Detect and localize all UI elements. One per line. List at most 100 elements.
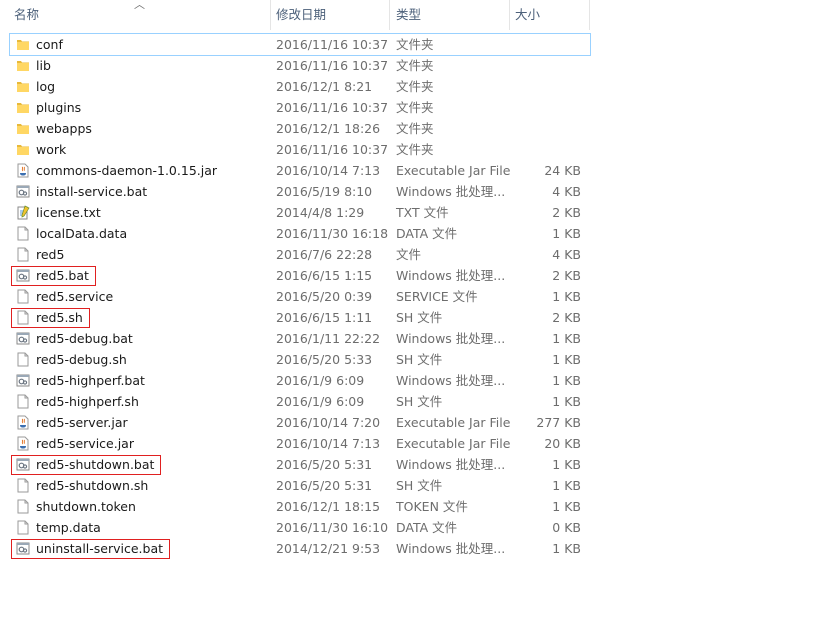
highlight-box (11, 539, 170, 559)
file-modified-date: 2016/10/14 7:13 (276, 163, 381, 178)
file-row[interactable]: localData.data 2016/11/30 16:18 DATA 文件 1 K… (10, 223, 590, 244)
file-name: lib (36, 58, 51, 73)
file-name: red5-highperf.bat (36, 373, 145, 388)
file-name: work (36, 142, 67, 157)
file-modified-date: 2016/10/14 7:20 (276, 415, 381, 430)
file-type: 文件夹 (396, 121, 434, 136)
jar-icon (16, 415, 30, 430)
file-type: 文件夹 (396, 58, 434, 73)
file-size: 20 KB (544, 436, 581, 451)
batch-file-icon (16, 185, 30, 198)
file-type: 文件夹 (396, 100, 434, 115)
file-size: 4 KB (552, 247, 581, 262)
file-name: install-service.bat (36, 184, 148, 199)
file-size: 1 KB (552, 394, 581, 409)
file-row[interactable]: red5-debug.sh 2016/5/20 5:33 SH 文件 1 KB (10, 349, 590, 370)
file-size: 1 KB (552, 352, 581, 367)
file-row[interactable]: plugins 2016/11/16 10:37 文件夹 (10, 97, 590, 118)
file-type: TOKEN 文件 (396, 499, 468, 514)
highlight-box (11, 266, 96, 286)
file-size: 1 KB (552, 499, 581, 514)
text-file-icon (16, 205, 30, 220)
column-header-bar: 名称 ︿ 修改日期 类型 大小 (0, 0, 590, 30)
file-row[interactable]: webapps 2016/12/1 18:26 文件夹 (10, 118, 590, 139)
file-modified-date: 2016/1/9 6:09 (276, 394, 365, 409)
file-row[interactable]: red5.service 2016/5/20 0:39 SERVICE 文件 1 KB (10, 286, 590, 307)
file-row[interactable]: commons-daemon-1.0.15.jar 2016/10/14 7:13… (10, 160, 590, 181)
file-name: localData.data (36, 226, 128, 241)
file-size: 0 KB (552, 520, 581, 535)
file-modified-date: 2016/11/30 16:10 (276, 520, 389, 535)
file-modified-date: 2016/7/6 22:28 (276, 247, 373, 262)
file-type: DATA 文件 (396, 520, 458, 535)
file-type: Executable Jar File (396, 436, 511, 451)
file-row[interactable]: license.txt 2014/4/8 1:29 TXT 文件 2 KB (10, 202, 590, 223)
file-type: Executable Jar File (396, 415, 511, 430)
file-row[interactable]: shutdown.token 2016/12/1 18:15 TOKEN 文件 1 K… (10, 496, 590, 517)
folder-icon (16, 58, 30, 73)
file-name: webapps (36, 121, 92, 136)
file-name: commons-daemon-1.0.15.jar (36, 163, 218, 178)
file-row[interactable]: red5.sh 2016/6/15 1:11 SH 文件 2 KB (10, 307, 590, 328)
file-type: SH 文件 (396, 310, 443, 325)
file-row[interactable]: red5 2016/7/6 22:28 文件 4 KB (10, 244, 590, 265)
file-icon (16, 226, 30, 241)
file-row[interactable]: log 2016/12/1 8:21 文件夹 (10, 76, 590, 97)
file-row[interactable]: conf 2016/11/16 10:37 文件夹 (9, 33, 591, 56)
file-type: DATA 文件 (396, 226, 458, 241)
file-row[interactable]: install-service.bat 2016/5/19 8:10 Windows… (10, 181, 590, 202)
file-name: red5-service.jar (36, 436, 134, 451)
folder-icon (16, 79, 30, 94)
file-icon (16, 520, 30, 535)
column-header-date[interactable]: 修改日期 (276, 0, 326, 30)
file-row[interactable]: work 2016/11/16 10:37 文件夹 (10, 139, 590, 160)
file-size: 1 KB (552, 457, 581, 472)
file-icon (17, 247, 29, 262)
column-divider[interactable] (509, 0, 510, 30)
file-type: SH 文件 (396, 352, 443, 367)
file-row[interactable]: red5-shutdown.sh 2016/5/20 5:31 SH 文件 1 KB (10, 475, 590, 496)
folder-icon (17, 145, 29, 155)
file-row[interactable]: red5-highperf.bat 2016/1/9 6:09 Windows 批处… (10, 370, 590, 391)
file-name: conf (36, 37, 63, 52)
column-divider[interactable] (270, 0, 271, 30)
file-icon (16, 478, 30, 493)
column-divider[interactable] (389, 0, 390, 30)
file-icon (16, 394, 30, 409)
file-icon (17, 499, 29, 514)
folder-icon (17, 124, 29, 134)
file-modified-date: 2016/5/19 8:10 (276, 184, 373, 199)
file-modified-date: 2014/12/21 9:53 (276, 541, 381, 556)
file-type: 文件夹 (396, 37, 434, 52)
file-icon (16, 352, 30, 367)
file-name: temp.data (36, 520, 101, 535)
column-header-name[interactable]: 名称 (14, 0, 39, 30)
file-size: 24 KB (544, 163, 581, 178)
text-file-icon (17, 205, 30, 220)
file-name: shutdown.token (36, 499, 136, 514)
file-row[interactable]: red5-service.jar 2016/10/14 7:13 Executabl… (10, 433, 590, 454)
file-row[interactable]: uninstall-service.bat 2014/12/21 9:53 Wind… (10, 538, 590, 559)
file-row[interactable]: red5-debug.bat 2016/1/11 22:22 Windows 批处理… (10, 328, 590, 349)
file-size: 1 KB (552, 478, 581, 493)
file-list: conf 2016/11/16 10:37 文件夹 lib 2016/11/16 10:… (9, 33, 591, 559)
jar-icon (16, 163, 30, 178)
column-header-size[interactable]: 大小 (515, 0, 540, 30)
file-type: Executable Jar File (396, 163, 511, 178)
file-size: 1 KB (552, 331, 581, 346)
file-size: 1 KB (552, 373, 581, 388)
file-row[interactable]: red5-highperf.sh 2016/1/9 6:09 SH 文件 1 KB (10, 391, 590, 412)
column-header-type[interactable]: 类型 (396, 0, 421, 30)
file-row[interactable]: red5.bat 2016/6/15 1:15 Windows 批处理... 2 KB (10, 265, 590, 286)
batch-file-icon (16, 374, 30, 387)
sort-ascending-icon: ︿ (134, 0, 145, 11)
jar-icon (16, 436, 30, 451)
highlight-box (11, 455, 161, 475)
file-type: SH 文件 (396, 394, 443, 409)
file-row[interactable]: red5-server.jar 2016/10/14 7:20 Executable… (10, 412, 590, 433)
file-row[interactable]: temp.data 2016/11/30 16:10 DATA 文件 0 KB (10, 517, 590, 538)
file-row[interactable]: red5-shutdown.bat 2016/5/20 5:31 Windows 批… (10, 454, 590, 475)
column-divider[interactable] (589, 0, 590, 30)
file-modified-date: 2016/5/20 0:39 (276, 289, 373, 304)
file-row[interactable]: lib 2016/11/16 10:37 文件夹 (10, 55, 590, 76)
